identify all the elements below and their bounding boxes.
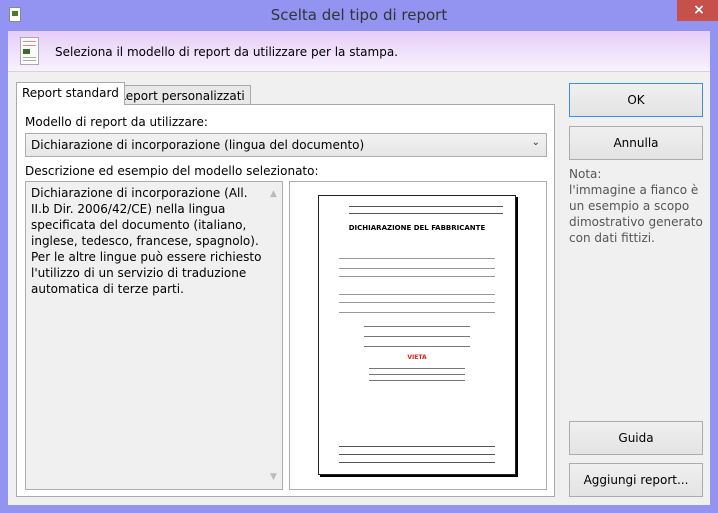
add-report-button[interactable]: Aggiungi report...	[569, 463, 703, 497]
note-title: Nota:	[569, 167, 602, 181]
model-label: Modello di report da utilizzare:	[25, 115, 208, 129]
description-label: Descrizione ed esempio del modello selez…	[25, 164, 319, 178]
preview-page: DICHIARAZIONE DEL FABBRICANTE VIETA	[318, 195, 516, 475]
help-button[interactable]: Guida	[569, 421, 703, 455]
scrollbar[interactable]: ▲ ▼	[265, 182, 282, 489]
scroll-down-icon[interactable]: ▼	[265, 469, 282, 485]
preview-red-word: VIETA	[407, 354, 427, 361]
scroll-up-icon[interactable]: ▲	[265, 186, 282, 202]
preview-doc-title: DICHIARAZIONE DEL FABBRICANTE	[348, 224, 486, 232]
report-preview: DICHIARAZIONE DEL FABBRICANTE VIETA	[289, 181, 547, 490]
ok-button[interactable]: OK	[569, 83, 703, 117]
model-select-value: Dichiarazione di incorporazione (lingua …	[31, 138, 365, 152]
dialog-client: Seleziona il modello di report da utiliz…	[8, 31, 710, 505]
tab-report-standard[interactable]: Report standard	[16, 82, 125, 105]
header-band: Seleziona il modello di report da utiliz…	[8, 31, 710, 72]
report-icon	[20, 37, 39, 65]
description-textbox[interactable]: Dichiarazione di incorporazione (All. II…	[25, 181, 283, 490]
close-button[interactable]: ×	[677, 0, 718, 21]
tab-report-personalizzati[interactable]: Report personalizzati	[112, 85, 251, 106]
model-select[interactable]: Dichiarazione di incorporazione (lingua …	[25, 133, 547, 157]
note-text: l'immagine a fianco è un esempio a scopo…	[569, 183, 703, 245]
cancel-button[interactable]: Annulla	[569, 126, 703, 160]
header-text: Seleziona il modello di report da utiliz…	[55, 45, 398, 59]
title-bar: Scelta del tipo di report ×	[0, 0, 718, 31]
tab-panel: Modello di report da utilizzare: Dichiar…	[16, 104, 555, 497]
window-title: Scelta del tipo di report	[270, 6, 448, 24]
description-text: Dichiarazione di incorporazione (All. II…	[31, 186, 262, 296]
note: Nota: l'immagine a fianco è un esempio a…	[569, 166, 703, 246]
chevron-down-icon: ⌄	[531, 137, 540, 148]
